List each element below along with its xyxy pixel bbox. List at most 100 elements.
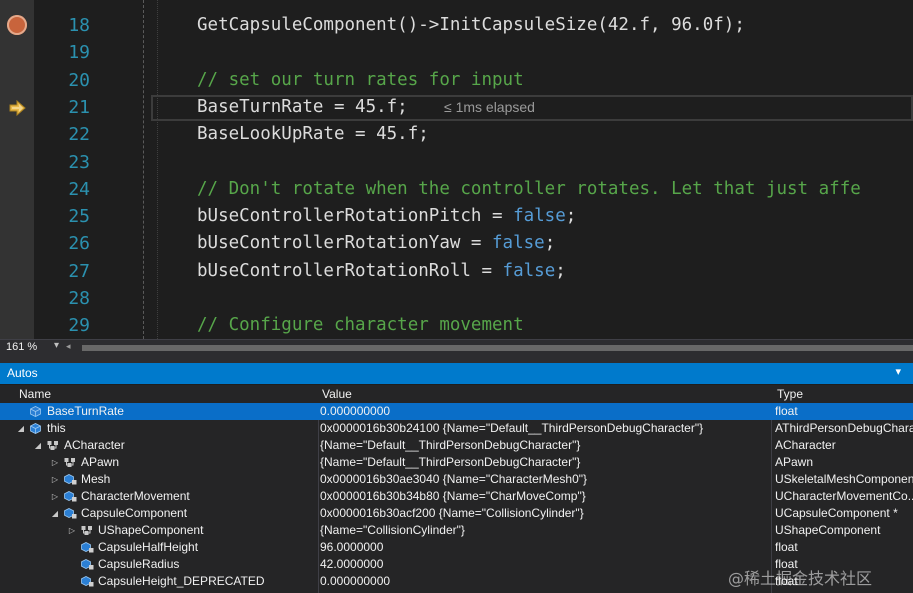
autos-row[interactable]: CapsuleHalfHeight 96.0000000 float (0, 539, 913, 556)
code-line[interactable]: GetCapsuleComponent()->InitCapsuleSize(4… (197, 12, 745, 39)
base-class-icon (81, 525, 92, 536)
line-number: 23 (68, 151, 90, 173)
code-line[interactable]: bUseControllerRotationPitch = false; (197, 203, 576, 230)
autos-name-cell: CapsuleRadius (0, 557, 318, 573)
perf-tip[interactable]: ≤ 1ms elapsed (444, 99, 535, 115)
autos-row[interactable]: ▷ CharacterMovement 0x0000016b30b34b80 {Na… (0, 488, 913, 505)
code-text: BaseLookUpRate = 45.f; (197, 124, 429, 145)
autos-value[interactable]: 0.000000000 (320, 404, 770, 418)
autos-name: CapsuleHalfHeight (98, 540, 199, 554)
code-comment: // set our turn rates for input (197, 69, 524, 90)
code-line[interactable]: // set our turn rates for input (197, 67, 524, 94)
code-line[interactable]: // Don't rotate when the controller rota… (197, 176, 861, 203)
code-keyword: false (502, 260, 556, 281)
line-number: 29 (68, 315, 90, 337)
collapse-arrow-icon[interactable]: ◢ (33, 441, 43, 451)
autos-value[interactable]: 0x0000016b30acf200 {Name="CollisionCylin… (320, 506, 770, 520)
protected-field-icon (81, 559, 94, 570)
autos-name-cell: CapsuleHeight_DEPRECATED (0, 574, 318, 590)
glyph-margin[interactable] (0, 0, 34, 339)
autos-row[interactable]: ▷ APawn {Name="Default__ThirdPersonDebugCh… (0, 454, 913, 471)
protected-field-icon (64, 508, 77, 519)
autos-value[interactable]: 0x0000016b30b24100 {Name="Default__Third… (320, 421, 770, 435)
autos-window-title-bar[interactable]: Autos ▾ (0, 363, 913, 384)
autos-type: APawn (775, 455, 814, 469)
code-text: BaseTurnRate = 45.f; (197, 96, 408, 117)
base-class-icon (64, 457, 75, 468)
code-line[interactable]: // Configure character movement (197, 312, 524, 339)
expand-arrow-icon[interactable]: ▷ (67, 526, 77, 536)
code-line[interactable]: bUseControllerRotationYaw = false; (197, 230, 555, 257)
autos-window-title: Autos (7, 366, 38, 380)
protected-field-icon (81, 542, 94, 553)
autos-type: USkeletalMeshComponen... (775, 472, 913, 486)
autos-row[interactable]: ◢ CapsuleComponent 0x0000016b30acf200 {Nam… (0, 505, 913, 522)
splitter[interactable] (0, 356, 913, 363)
autos-row[interactable]: ▷ Mesh 0x0000016b30ae3040 {Name="Character… (0, 471, 913, 488)
autos-name-cell: ▷ Mesh (0, 472, 318, 488)
zoom-level[interactable]: 161 % (6, 341, 37, 353)
autos-value[interactable]: 42.0000000 (320, 557, 770, 571)
expand-arrow-icon[interactable]: ▷ (50, 458, 60, 468)
column-header-name[interactable]: Name (19, 387, 51, 401)
line-number: 22 (68, 124, 90, 146)
column-header-value[interactable]: Value (322, 387, 352, 401)
line-number: 19 (68, 42, 90, 64)
code-comment: // Don't rotate when the controller rota… (197, 178, 861, 199)
autos-name: CapsuleHeight_DEPRECATED (98, 574, 265, 588)
autos-row[interactable]: ◢ this 0x0000016b30b24100 {Name="Default__… (0, 420, 913, 437)
line-number: 24 (68, 178, 90, 200)
code-text: bUseControllerRotationPitch = (197, 206, 514, 227)
autos-value[interactable]: {Name="CollisionCylinder"} (320, 523, 770, 537)
autos-value[interactable]: 0.000000000 (320, 574, 770, 588)
expand-arrow-icon[interactable]: ▷ (50, 475, 60, 485)
line-number: 27 (68, 260, 90, 282)
autos-name: this (47, 421, 66, 435)
autos-name-cell: ◢ this (0, 421, 318, 437)
autos-row[interactable]: ▷ UShapeComponent {Name="CollisionCylinder… (0, 522, 913, 539)
autos-name-cell: ◢ ACharacter (0, 438, 318, 454)
code-text: ; (565, 206, 577, 227)
autos-name: BaseTurnRate (47, 404, 124, 418)
code-line[interactable]: bUseControllerRotationRoll = false; (197, 258, 566, 285)
line-number: 21 (68, 96, 90, 118)
autos-row[interactable]: BaseTurnRate 0.000000000 float (0, 403, 913, 420)
autos-value[interactable]: 96.0000000 (320, 540, 770, 554)
window-options-dropdown-icon[interactable]: ▾ (895, 365, 901, 378)
line-number: 20 (68, 69, 90, 91)
autos-value[interactable]: 0x0000016b30ae3040 {Name="CharacterMesh0… (320, 472, 770, 486)
autos-name: CapsuleRadius (98, 557, 180, 571)
horizontal-scrollbar-thumb[interactable] (82, 345, 913, 351)
column-header-type[interactable]: Type (777, 387, 803, 401)
autos-name-cell: ◢ CapsuleComponent (0, 506, 318, 522)
scroll-left-icon[interactable]: ◂ (66, 343, 79, 352)
protected-field-icon (64, 491, 77, 502)
breakpoint-icon[interactable] (7, 15, 27, 35)
current-statement-arrow-icon (9, 99, 27, 117)
code-text: GetCapsuleComponent()->InitCapsuleSize(4… (197, 15, 745, 35)
collapse-arrow-icon[interactable]: ◢ (16, 424, 26, 434)
code-line[interactable]: BaseLookUpRate = 45.f; (197, 121, 429, 148)
autos-value[interactable]: {Name="Default__ThirdPersonDebugCharacte… (320, 455, 770, 469)
code-line[interactable]: BaseTurnRate = 45.f; (197, 94, 408, 121)
line-number: 25 (68, 206, 90, 228)
expand-arrow-icon[interactable]: ▷ (50, 492, 60, 502)
autos-type: AThirdPersonDebugChara... (775, 421, 913, 435)
code-text: bUseControllerRotationRoll = (197, 260, 503, 281)
autos-value[interactable]: {Name="Default__ThirdPersonDebugCharacte… (320, 438, 770, 452)
autos-name: CapsuleComponent (81, 506, 188, 520)
autos-row[interactable]: ◢ ACharacter {Name="Default__ThirdPersonDe… (0, 437, 913, 454)
protected-field-icon (64, 474, 77, 485)
collapse-arrow-icon[interactable]: ◢ (50, 509, 60, 519)
code-editor[interactable]: ≤ 1ms elapsed 18 GetCapsuleComponent()->I… (0, 0, 913, 339)
code-text: ; (544, 233, 556, 254)
autos-grid-header: Name Value Type (0, 385, 913, 404)
autos-name-cell: ▷ CharacterMovement (0, 489, 318, 505)
field-icon (30, 423, 41, 434)
autos-value[interactable]: 0x0000016b30b34b80 {Name="CharMoveComp"} (320, 489, 770, 503)
autos-name-cell: BaseTurnRate (0, 404, 318, 420)
autos-type: UShapeComponent (775, 523, 881, 537)
watermark: @稀土掘金技术社区 (728, 569, 873, 588)
zoom-dropdown-icon[interactable]: ▾ (54, 340, 59, 351)
autos-type: ACharacter (775, 438, 836, 452)
